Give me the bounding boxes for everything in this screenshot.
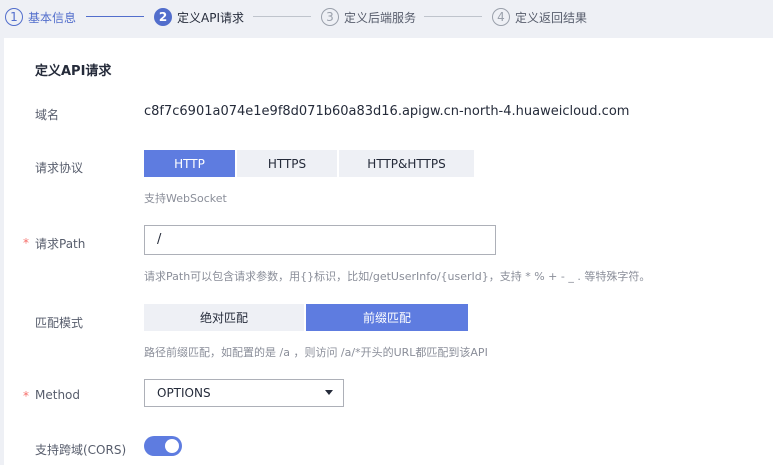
protocol-label: 请求协议 [35, 161, 84, 175]
step-connector-1 [86, 16, 144, 17]
chevron-down-icon [325, 390, 333, 395]
path-hint: 请求Path可以包含请求参数，用{}标识，比如/getUserInfo/{use… [144, 270, 651, 283]
match-prefix-button[interactable]: 前缀匹配 [306, 304, 468, 331]
step-4: 4 定义返回结果 [492, 7, 587, 27]
step-connector-2 [253, 16, 311, 17]
path-label: 请求Path [35, 237, 86, 251]
toggle-knob [165, 439, 179, 453]
path-input[interactable]: / [144, 225, 496, 255]
method-label: Method [35, 388, 81, 402]
step-1-number: 1 [5, 8, 23, 26]
domain-label: 域名 [35, 108, 60, 122]
method-value: OPTIONS [157, 386, 211, 400]
cors-toggle[interactable] [144, 436, 182, 456]
cors-label: 支持跨域(CORS) [35, 443, 127, 457]
domain-value: c8f7c6901a074e1e9f8d071b60a83d16.apigw.c… [144, 104, 630, 119]
steps-bar: 1 基本信息 2 定义API请求 3 定义后端服务 4 定义返回结果 [0, 0, 773, 36]
method-label-row: * Method [23, 388, 81, 403]
step-3-number: 3 [321, 8, 339, 26]
match-mode-hint: 路径前缀匹配，如配置的是 /a ，则访问 /a/*开头的URL都匹配到该API [144, 346, 488, 359]
method-select[interactable]: OPTIONS [144, 379, 344, 407]
step-3: 3 定义后端服务 [321, 7, 416, 27]
protocol-selector: HTTP HTTPS HTTP&HTTPS [144, 150, 476, 177]
match-mode-label: 匹配模式 [35, 316, 84, 330]
step-3-label: 定义后端服务 [344, 10, 417, 25]
step-2-number: 2 [154, 8, 172, 26]
section-title: 定义API请求 [35, 64, 112, 79]
required-mark: * [23, 389, 29, 403]
required-mark: * [23, 236, 29, 250]
protocol-http-button[interactable]: HTTP [144, 150, 235, 177]
step-4-number: 4 [492, 8, 510, 26]
match-mode-selector: 绝对匹配 前缀匹配 [144, 304, 470, 331]
match-exact-button[interactable]: 绝对匹配 [144, 304, 304, 331]
step-1: 1 基本信息 [5, 7, 76, 27]
protocol-http-https-button[interactable]: HTTP&HTTPS [339, 150, 474, 177]
protocol-hint: 支持WebSocket [144, 192, 227, 205]
step-1-label: 基本信息 [28, 10, 77, 25]
path-label-row: * 请求Path [23, 235, 86, 252]
step-connector-3 [424, 16, 482, 17]
step-4-label: 定义返回结果 [515, 10, 588, 25]
api-request-form: 定义API请求 域名 c8f7c6901a074e1e9f8d071b60a83… [4, 38, 773, 465]
step-2: 2 定义API请求 [154, 7, 244, 27]
protocol-https-button[interactable]: HTTPS [237, 150, 337, 177]
step-2-label: 定义API请求 [177, 10, 244, 25]
